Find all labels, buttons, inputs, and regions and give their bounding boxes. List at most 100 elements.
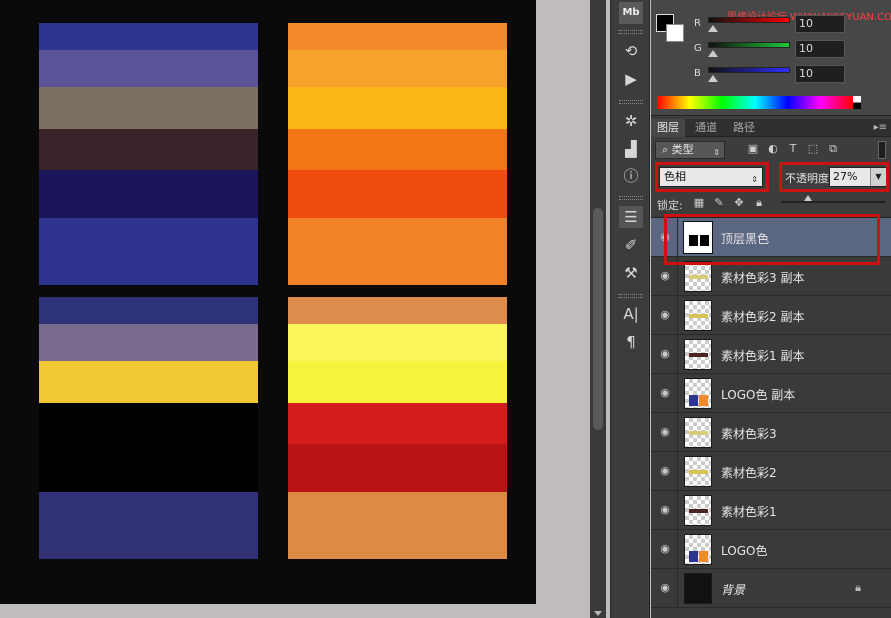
- layer-thumbnail[interactable]: [684, 261, 712, 292]
- tab-paths[interactable]: 路径: [727, 119, 761, 137]
- filter-shape-icon[interactable]: ⬚: [807, 143, 819, 155]
- lock-all-icon[interactable]: 🔒︎: [753, 197, 765, 209]
- layer-row[interactable]: ◉ 素材色彩2: [651, 452, 891, 491]
- color-spectrum-ramp[interactable]: [657, 96, 861, 109]
- canvas-vertical-scrollbar[interactable]: [590, 0, 606, 618]
- swatch-panel-bottom-right: [288, 297, 507, 559]
- adjust-icon[interactable]: ☰: [619, 206, 643, 228]
- mini-bridge-icon[interactable]: Mb: [619, 2, 643, 24]
- filter-adjustment-icon[interactable]: ◐: [767, 143, 779, 155]
- eye-icon[interactable]: ◉: [659, 465, 671, 477]
- eye-icon[interactable]: ◉: [659, 387, 671, 399]
- character-icon[interactable]: A|: [619, 303, 643, 325]
- channel-b-bar[interactable]: [708, 67, 790, 73]
- lock-label: 锁定:: [657, 199, 683, 212]
- lock-position-icon[interactable]: ✥: [733, 197, 745, 209]
- color-stripe: [39, 50, 258, 87]
- layer-name: 素材色彩1: [721, 505, 777, 519]
- histogram-icon[interactable]: ▟: [619, 138, 643, 160]
- strip-grip[interactable]: [619, 30, 643, 34]
- strip-grip[interactable]: [619, 196, 643, 200]
- layer-row[interactable]: ◉ 素材色彩2 副本: [651, 296, 891, 335]
- color-stripe: [288, 23, 507, 50]
- opacity-mini-knob[interactable]: [804, 195, 812, 201]
- panel-icon-strip: Mb ⟲ ▶ ✲ ▟ ⓘ ☰ ✐ ⚒ A| ¶: [610, 0, 650, 618]
- eye-icon[interactable]: ◉: [659, 270, 671, 282]
- eye-icon[interactable]: ◉: [659, 348, 671, 360]
- panel-menu-icon[interactable]: ▸≡: [874, 122, 887, 133]
- color-stripe: [288, 403, 507, 444]
- scrollbar-thumb[interactable]: [593, 208, 603, 430]
- row-divider: [677, 491, 678, 530]
- eye-icon[interactable]: ◉: [659, 504, 671, 516]
- layer-row[interactable]: ◉ 素材色彩3: [651, 413, 891, 452]
- lock-transparent-icon[interactable]: ▦: [693, 197, 705, 209]
- layer-thumbnail[interactable]: [684, 300, 712, 331]
- brush-icon[interactable]: ✐: [619, 234, 643, 256]
- color-stripe: [39, 218, 258, 285]
- color-stripe: [288, 129, 507, 170]
- opacity-mini-slider[interactable]: [781, 201, 885, 203]
- background-color-swatch[interactable]: [666, 24, 684, 42]
- color-stripe: [288, 87, 507, 129]
- layer-row[interactable]: ◉ 背景 🔒︎: [651, 569, 891, 608]
- photoshop-workspace: Mb ⟲ ▶ ✲ ▟ ⓘ ☰ ✐ ⚒ A| ¶ 思缘设计论坛 WWW.MISSY…: [0, 0, 891, 618]
- eye-icon[interactable]: ◉: [659, 426, 671, 438]
- layer-name: LOGO色 副本: [721, 388, 796, 402]
- tab-layers[interactable]: 图层: [651, 119, 685, 137]
- layer-list: ◉ 顶层黑色 ◉ 素材色彩3 副本 ◉ 素材色彩2 副本 ◉ 素材色彩1 副本 ◉ LOGO色 副…: [651, 217, 891, 618]
- channel-g-bar[interactable]: [708, 42, 790, 48]
- layer-thumbnail[interactable]: [684, 339, 712, 370]
- layer-row[interactable]: ◉ LOGO色 副本: [651, 374, 891, 413]
- history-icon[interactable]: ⟲: [619, 40, 643, 62]
- stamp-icon[interactable]: ⚒: [619, 262, 643, 284]
- filter-type-icon[interactable]: T: [787, 143, 799, 155]
- layer-row[interactable]: ◉ 素材色彩1: [651, 491, 891, 530]
- layer-row[interactable]: ◉ LOGO色: [651, 530, 891, 569]
- layer-thumbnail[interactable]: [684, 417, 712, 448]
- eye-icon[interactable]: ◉: [659, 543, 671, 555]
- layer-thumbnail[interactable]: [684, 534, 712, 565]
- strip-grip[interactable]: [619, 294, 643, 298]
- play-icon[interactable]: ▶: [619, 68, 643, 90]
- color-stripe: [39, 444, 258, 492]
- channel-g-value[interactable]: 10: [795, 40, 845, 58]
- channel-g-knob[interactable]: [708, 50, 718, 57]
- filter-kind-select[interactable]: ⌕ 类型 ⇕: [655, 141, 725, 159]
- filter-kind-label: 类型: [671, 143, 694, 156]
- layer-name: 素材色彩2 副本: [721, 310, 805, 324]
- channel-r-bar[interactable]: [708, 17, 790, 23]
- strip-grip[interactable]: [619, 100, 643, 104]
- right-panel-dock: 思缘设计论坛 WWW.MISSYUAN.COM R 10 G 10 B 10 图…: [651, 0, 891, 618]
- eye-icon[interactable]: ◉: [659, 309, 671, 321]
- color-stripe: [39, 87, 258, 129]
- color-panel: 思缘设计论坛 WWW.MISSYUAN.COM R 10 G 10 B 10: [651, 0, 891, 116]
- layer-thumbnail[interactable]: [684, 573, 712, 604]
- channel-g-label: G: [694, 43, 702, 54]
- color-stripe: [288, 492, 507, 559]
- lock-image-icon[interactable]: ✎: [713, 197, 725, 209]
- layer-thumbnail[interactable]: [684, 378, 712, 409]
- eye-icon[interactable]: ◉: [659, 582, 671, 594]
- filter-toggle-switch[interactable]: [878, 141, 886, 159]
- filter-pixel-icon[interactable]: ▣: [747, 143, 759, 155]
- filter-smartobject-icon[interactable]: ⧉: [827, 143, 839, 155]
- layer-row[interactable]: ◉ 素材色彩1 副本: [651, 335, 891, 374]
- channel-b-value[interactable]: 10: [795, 65, 845, 83]
- tab-channels[interactable]: 通道: [689, 119, 723, 137]
- scroll-down-arrow-icon[interactable]: [594, 611, 602, 616]
- color-stripe: [288, 444, 507, 492]
- channel-b-knob[interactable]: [708, 75, 718, 82]
- swatch-panel-bottom-left: [39, 297, 258, 559]
- info-icon[interactable]: ⓘ: [619, 165, 643, 187]
- channel-r-knob[interactable]: [708, 25, 718, 32]
- layer-thumbnail[interactable]: [684, 495, 712, 526]
- color-stripe: [288, 50, 507, 87]
- document-canvas[interactable]: [0, 0, 536, 604]
- highlight-opacity: [779, 162, 889, 192]
- layer-name: 素材色彩3 副本: [721, 271, 805, 285]
- paragraph-icon[interactable]: ¶: [619, 331, 643, 353]
- wheel-icon[interactable]: ✲: [619, 110, 643, 132]
- channel-r-value[interactable]: 10: [795, 15, 845, 33]
- layer-thumbnail[interactable]: [684, 456, 712, 487]
